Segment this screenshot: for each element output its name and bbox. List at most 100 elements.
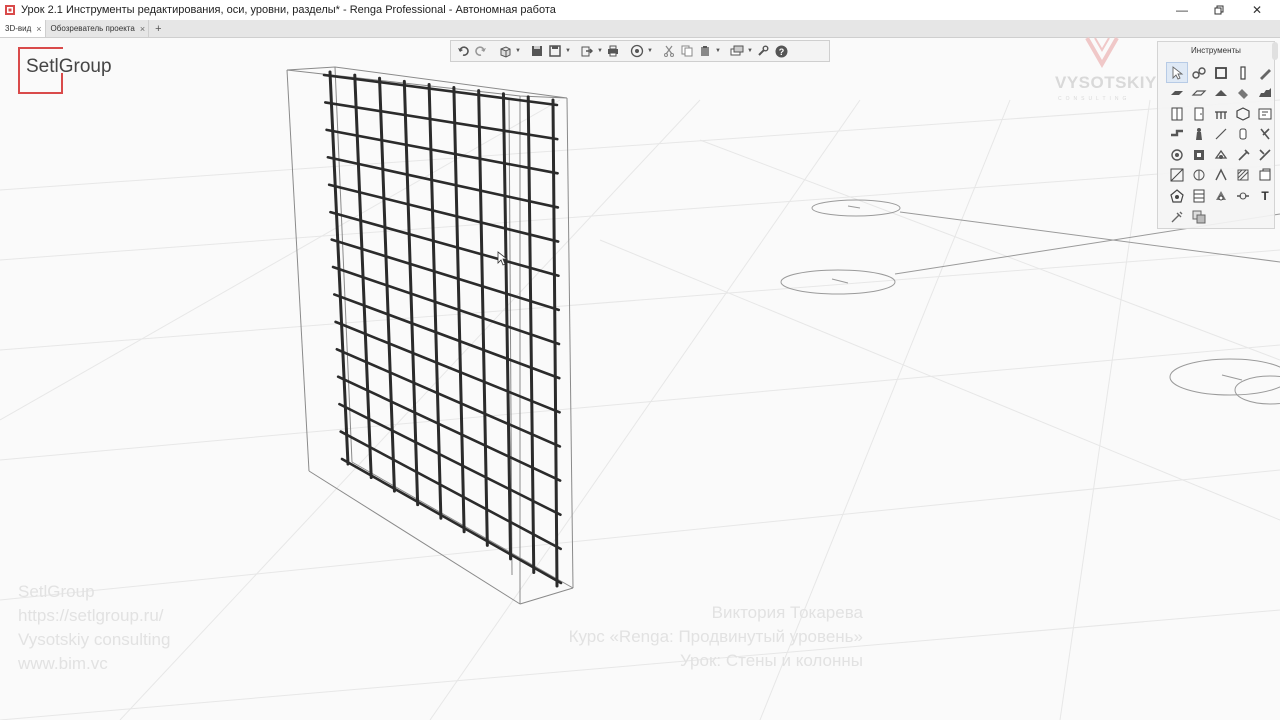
- rebar-icon[interactable]: [1167, 145, 1187, 164]
- 3d-viewport[interactable]: [0, 38, 1280, 720]
- save-as-icon[interactable]: [546, 42, 564, 60]
- horizontal-rebar: [326, 155, 560, 209]
- redo-icon[interactable]: [472, 42, 490, 60]
- section-icon[interactable]: [1167, 166, 1187, 185]
- select-icon[interactable]: [1166, 62, 1188, 83]
- horizontal-rebar: [330, 238, 561, 312]
- window-icon[interactable]: [1167, 104, 1187, 123]
- cut-icon[interactable]: [660, 42, 678, 60]
- close-icon[interactable]: ×: [36, 24, 41, 34]
- elevation-icon[interactable]: [1255, 145, 1275, 164]
- watermark-author: Виктория Токарева: [711, 603, 863, 622]
- paste-icon[interactable]: [696, 42, 714, 60]
- fitting-icon[interactable]: [1255, 125, 1275, 144]
- settings-wrench-icon[interactable]: [754, 42, 772, 60]
- merge-icon[interactable]: [1189, 207, 1209, 226]
- horizontal-rebar: [338, 402, 562, 517]
- horizontal-rebar: [323, 101, 559, 141]
- save-icon[interactable]: [528, 42, 546, 60]
- close-icon[interactable]: ×: [140, 24, 145, 34]
- pencil-icon[interactable]: [1255, 63, 1275, 82]
- chevron-down-icon[interactable]: ▼: [646, 42, 654, 60]
- schedule-icon[interactable]: [1189, 187, 1209, 206]
- slab-icon[interactable]: [1189, 84, 1209, 103]
- text-tool-label: T: [1261, 189, 1269, 204]
- horizontal-rebar: [322, 73, 559, 107]
- hatch-icon[interactable]: [1233, 166, 1253, 185]
- tools-panel-title: Инструменты: [1191, 46, 1241, 55]
- help-icon[interactable]: ?: [772, 42, 790, 60]
- tools-panel: Инструменты T: [1157, 41, 1275, 229]
- watermark-left-line: Vysotskiy consulting: [18, 630, 171, 649]
- chevron-down-icon[interactable]: ▼: [746, 42, 754, 60]
- tools-grid: T: [1166, 62, 1277, 228]
- ramp-icon[interactable]: [1233, 84, 1253, 103]
- room-icon[interactable]: [1255, 104, 1275, 123]
- horizontal-rebar: [340, 457, 563, 585]
- close-icon[interactable]: ✕: [1238, 0, 1276, 20]
- setlgroup-logo: SetlGroup: [18, 47, 112, 100]
- restore-icon[interactable]: [1200, 0, 1238, 20]
- chevron-down-icon[interactable]: ▼: [514, 42, 522, 60]
- watermark-left-line: SetlGroup: [18, 582, 95, 601]
- chevron-down-icon[interactable]: ▼: [564, 42, 572, 60]
- tag-icon[interactable]: [1233, 187, 1253, 206]
- rebar-mesh: [322, 70, 563, 588]
- roof-icon[interactable]: [1211, 84, 1231, 103]
- view-cube-icon[interactable]: [496, 42, 514, 60]
- vendor-name: VYSOTSKIY: [1055, 73, 1157, 92]
- horizontal-rebar: [329, 210, 560, 278]
- beam-icon[interactable]: [1167, 84, 1187, 103]
- wall-icon[interactable]: [1211, 63, 1231, 82]
- watermark-left-line: https://setlgroup.ru/: [18, 606, 164, 625]
- tab-3d-view[interactable]: 3D-вид ×: [0, 20, 46, 37]
- level-icon[interactable]: [1211, 166, 1231, 185]
- window-title: Урок 2.1 Инструменты редактирования, оси…: [21, 4, 556, 16]
- undo-icon[interactable]: [454, 42, 472, 60]
- link-icon[interactable]: [1189, 63, 1209, 82]
- layers-icon[interactable]: [728, 42, 746, 60]
- stair-icon[interactable]: [1255, 84, 1275, 103]
- tab-label: Обозреватель проекта: [50, 24, 135, 33]
- title-bar: Урок 2.1 Инструменты редактирования, оси…: [0, 0, 1280, 20]
- door-icon[interactable]: [1189, 104, 1209, 123]
- railing-icon[interactable]: [1211, 104, 1231, 123]
- tab-label: 3D-вид: [5, 24, 32, 33]
- axis-icon[interactable]: [1189, 166, 1209, 185]
- add-tab-button[interactable]: +: [149, 20, 167, 37]
- horizontal-rebar: [325, 128, 559, 175]
- logo-text: SetlGroup: [26, 56, 112, 77]
- watermark-left-line: www.bim.vc: [18, 654, 108, 673]
- chevron-down-icon[interactable]: ▼: [596, 42, 604, 60]
- equipment-icon[interactable]: [1189, 125, 1209, 144]
- quick-access-toolbar: ▼ ▼ ▼ ▼ ▼ ▼ ?: [450, 40, 830, 62]
- column-icon[interactable]: [1233, 63, 1253, 82]
- dimension-icon[interactable]: [1233, 145, 1253, 164]
- opening-icon[interactable]: [1233, 104, 1253, 123]
- chevron-down-icon[interactable]: ▼: [714, 42, 722, 60]
- element-icon[interactable]: [1233, 125, 1253, 144]
- text-icon[interactable]: T: [1255, 187, 1275, 206]
- tab-project-explorer[interactable]: Обозреватель проекта ×: [46, 20, 150, 37]
- vendor-subtitle: CONSULTING: [1058, 96, 1131, 102]
- panel-scroll-handle[interactable]: [1270, 40, 1280, 62]
- assembly-icon[interactable]: [1189, 145, 1209, 164]
- line-icon[interactable]: [1211, 125, 1231, 144]
- reinforcement-icon[interactable]: [1211, 145, 1231, 164]
- export-icon[interactable]: [578, 42, 596, 60]
- copy-icon[interactable]: [678, 42, 696, 60]
- horizontal-rebar: [339, 430, 563, 551]
- measure-icon[interactable]: [1167, 207, 1187, 226]
- axis-markers: [780, 199, 1280, 405]
- navigation-icon[interactable]: [628, 42, 646, 60]
- minimize-icon[interactable]: —: [1163, 0, 1201, 20]
- annotation-icon[interactable]: [1167, 187, 1187, 206]
- svg-text:?: ?: [778, 47, 784, 57]
- watermark-course: Курс «Renga: Продвинутый уровень»: [568, 627, 863, 646]
- watermark-lesson: Урок: Стены и колонны: [680, 651, 863, 670]
- sheet-icon[interactable]: [1211, 187, 1231, 206]
- print-icon[interactable]: [604, 42, 622, 60]
- renga-app-icon: [5, 5, 15, 15]
- zone-icon[interactable]: [1255, 166, 1275, 185]
- pipe-icon[interactable]: [1167, 125, 1187, 144]
